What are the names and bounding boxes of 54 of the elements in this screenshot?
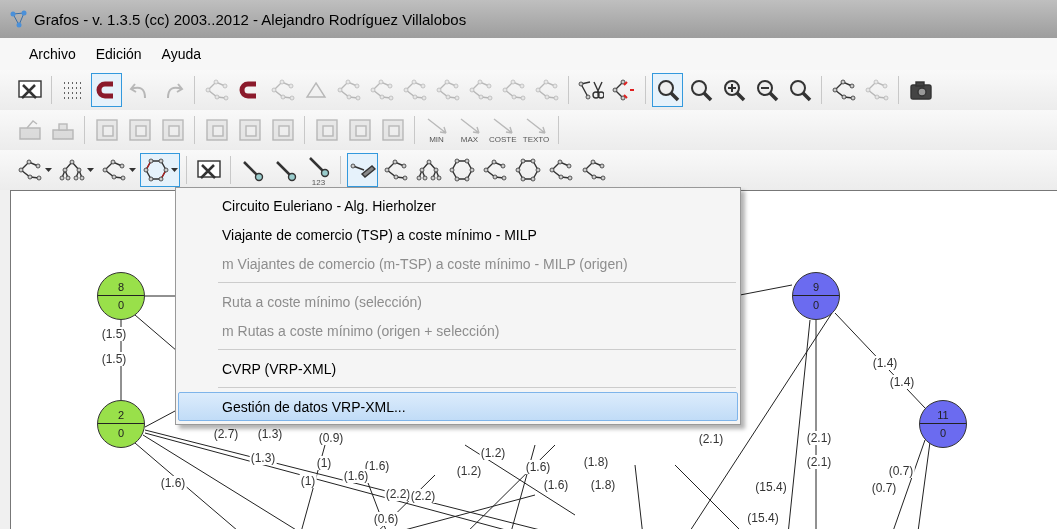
graph-node[interactable]: 11 0 [919, 400, 967, 448]
edge-label: (0.7) [887, 464, 915, 478]
edge-label: (1.8) [582, 455, 610, 469]
edge-label: (1.4) [871, 356, 899, 370]
edge-label: (0.7) [870, 481, 898, 495]
edge-label: (1.5) [100, 352, 128, 366]
edge-label: (15.4) [746, 511, 780, 525]
edge-label: (1.6) [524, 460, 552, 474]
menu-option[interactable]: Circuito Euleriano - Alg. Hierholzer [178, 191, 738, 220]
edge-label: (1.4) [888, 375, 916, 389]
edge-label: (1) [315, 456, 333, 470]
icon-caption: TEXTO [522, 134, 550, 144]
node-label: 9 [793, 273, 839, 296]
edge-label: (2.2) [409, 489, 437, 503]
edge-label: (0.6) [372, 512, 400, 526]
icon-caption: MAX [460, 134, 479, 144]
edge-label: (1.2) [479, 446, 507, 460]
window-title: Grafos - v. 1.3.5 (cc) 2003..2012 - Alejandro Rodríguez Villalobos [34, 10, 467, 28]
menu-option[interactable]: Gestión de datos VRP-XML... [178, 392, 738, 421]
node-value: 0 [116, 298, 126, 313]
node-value: 0 [811, 298, 821, 313]
edge-label: (1.6) [159, 476, 187, 490]
edge-label: (1) [299, 474, 317, 488]
graph-node[interactable]: 9 0 [792, 272, 840, 320]
edge-label: (1.3) [249, 451, 277, 465]
menu-option[interactable]: CVRP (VRP-XML) [178, 354, 738, 383]
edge-label: (1.6) [342, 469, 370, 483]
edge-label: (1.5) [100, 327, 128, 341]
node-value: 0 [116, 426, 126, 441]
node-value: 0 [938, 426, 948, 441]
edge-label: (2.1) [805, 431, 833, 445]
edge-label: (1.8) [589, 478, 617, 492]
edge-label: (15.4) [754, 480, 788, 494]
edge-label: (2.1) [697, 432, 725, 446]
menu-item[interactable]: Edición [86, 44, 151, 64]
node-label: 8 [98, 273, 144, 296]
node-label: 2 [98, 401, 144, 424]
edge-label: (2.2) [384, 487, 412, 501]
menu-item[interactable]: Archivo [20, 44, 85, 64]
edge-label: (2.7) [212, 427, 240, 441]
icon-caption: MIN [429, 134, 444, 144]
menu-option[interactable]: Viajante de comercio (TSP) a coste mínimo - MILP [178, 220, 738, 249]
graph-node[interactable]: 8 0 [97, 272, 145, 320]
edge-label: (2.1) [805, 455, 833, 469]
icon-caption: COSTE [489, 134, 517, 144]
edge-label: (1.2) [455, 464, 483, 478]
icon-caption: 123 [311, 177, 326, 187]
edge-label: (1.3) [256, 427, 284, 441]
toolbar-button[interactable]: 123 [303, 153, 334, 187]
edge-label: (0.9) [317, 431, 345, 445]
edge-label: (1.6) [542, 478, 570, 492]
graph-node[interactable]: 2 0 [97, 400, 145, 448]
node-label: 11 [920, 401, 966, 424]
menu-item[interactable]: Ayuda [152, 44, 211, 64]
